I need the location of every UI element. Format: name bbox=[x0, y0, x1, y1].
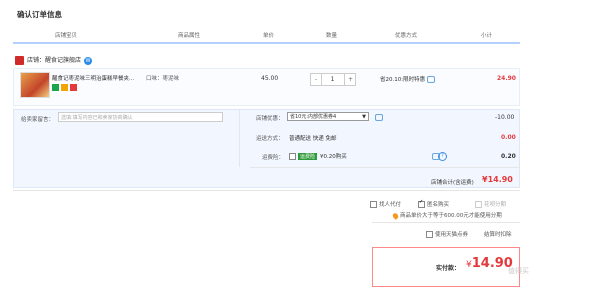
column-header: 店铺宝贝 商品属性 单价 数量 优惠方式 小计 bbox=[13, 28, 520, 44]
product-title-link[interactable]: 醒食记枣泥味三明治蛋糕早餐夹... bbox=[52, 74, 134, 82]
pay-proxy-checkbox[interactable] bbox=[370, 201, 377, 208]
shop-total-amount: ¥14.90 bbox=[482, 175, 513, 184]
final-payment-label: 实付款： bbox=[436, 265, 461, 272]
shop-total-label: 店铺合计(含运费) bbox=[431, 180, 474, 186]
anonymous-checkbox[interactable] bbox=[418, 199, 425, 208]
insurance-option[interactable]: 运费险 ¥0.20购买 bbox=[289, 152, 347, 160]
shop-icon bbox=[15, 56, 24, 65]
shop-name-link[interactable]: 醒食记旗舰店 bbox=[45, 57, 81, 64]
coupon-selected: 省10元:内部优惠券4 bbox=[290, 114, 337, 120]
item-subtotal: 24.90 bbox=[497, 75, 516, 82]
comment-icon[interactable] bbox=[373, 114, 383, 121]
pay-proxy-option[interactable]: 找人代付 bbox=[370, 200, 401, 208]
divider bbox=[372, 222, 520, 223]
insurance-label: 运费险： bbox=[262, 155, 285, 161]
help-icon[interactable]: ? bbox=[438, 152, 447, 161]
seller-message-input[interactable]: 选填:填写内容已和卖家协商确认 bbox=[58, 112, 223, 122]
points-label: 使用天猫点券 bbox=[435, 232, 469, 238]
service-badge-icon bbox=[52, 84, 59, 91]
unit-price: 45.00 bbox=[261, 75, 279, 82]
chevron-down-icon: ▼ bbox=[362, 114, 366, 120]
coupon-select[interactable]: 省10元:内部优惠券4 ▼ bbox=[287, 112, 369, 121]
shipping-value: 0.00 bbox=[501, 134, 516, 141]
column-header-attr: 商品属性 bbox=[178, 33, 201, 39]
shipping-label: 运送方式： bbox=[256, 136, 284, 142]
final-amount-value: 14.90 bbox=[471, 256, 513, 271]
pay-proxy-label: 找人代付 bbox=[379, 202, 402, 208]
column-header-item: 店铺宝贝 bbox=[55, 33, 78, 39]
qty-minus-button[interactable]: - bbox=[311, 74, 322, 85]
promo-text: 省20.10:限时特惠 bbox=[380, 75, 436, 83]
column-header-qty: 数量 bbox=[326, 33, 338, 39]
anonymous-option[interactable]: 匿名购买 bbox=[418, 199, 450, 208]
coupon-label: 店铺优惠： bbox=[256, 116, 284, 122]
qty-plus-button[interactable]: + bbox=[344, 74, 356, 85]
coupon-value: -10.00 bbox=[495, 114, 515, 121]
points-option[interactable]: 使用天猫点券 bbox=[426, 230, 468, 238]
column-header-promo: 优惠方式 bbox=[395, 33, 418, 39]
insurance-value: 0.20 bbox=[501, 153, 516, 160]
points-checkbox[interactable] bbox=[426, 231, 433, 238]
comment-icon[interactable] bbox=[427, 76, 436, 83]
product-thumbnail[interactable] bbox=[20, 72, 50, 98]
column-header-subtotal: 小计 bbox=[481, 33, 493, 39]
page-title: 确认订单信息 bbox=[17, 10, 62, 19]
insurance-checkbox[interactable] bbox=[289, 153, 296, 160]
divider bbox=[239, 109, 240, 167]
installment-checkbox[interactable] bbox=[475, 201, 482, 208]
installment-note-text: 商品单价大于等于600.00元才能使用分期 bbox=[400, 213, 502, 219]
service-badge-icon bbox=[61, 84, 68, 91]
anonymous-label: 匿名购买 bbox=[427, 202, 450, 208]
insurance-text: ¥0.20购买 bbox=[320, 154, 347, 160]
location-pin-icon bbox=[391, 211, 400, 220]
installment-option[interactable]: 花呗分期 bbox=[475, 200, 506, 208]
message-label: 给卖家留言： bbox=[21, 117, 55, 123]
installment-note: 商品单价大于等于600.00元才能使用分期 bbox=[391, 211, 502, 220]
product-attribute: 口味：枣泥味 bbox=[146, 76, 180, 82]
service-badge-icon bbox=[70, 84, 77, 91]
quantity-stepper[interactable]: - 1 + bbox=[310, 73, 356, 86]
shipping-method: 普通配送 快递 免邮 bbox=[289, 136, 337, 142]
column-header-price: 单价 bbox=[263, 33, 275, 39]
divider bbox=[13, 190, 520, 191]
qty-input[interactable]: 1 bbox=[322, 74, 343, 85]
promo-label: 省20.10:限时特惠 bbox=[380, 77, 426, 83]
wangwang-chat-icon[interactable]: W bbox=[84, 56, 93, 65]
installment-label: 花呗分期 bbox=[484, 202, 507, 208]
insurance-tag: 运费险 bbox=[298, 153, 318, 160]
final-payment-amount: ¥14.90 bbox=[466, 256, 513, 271]
watermark: 值得买 bbox=[508, 267, 529, 275]
points-deduct-text: 结算时扣除 bbox=[484, 232, 512, 238]
shop-label: 店铺： bbox=[27, 57, 46, 64]
shop-row: 店铺：醒食记旗舰店 W bbox=[15, 55, 93, 65]
divider bbox=[250, 167, 520, 168]
